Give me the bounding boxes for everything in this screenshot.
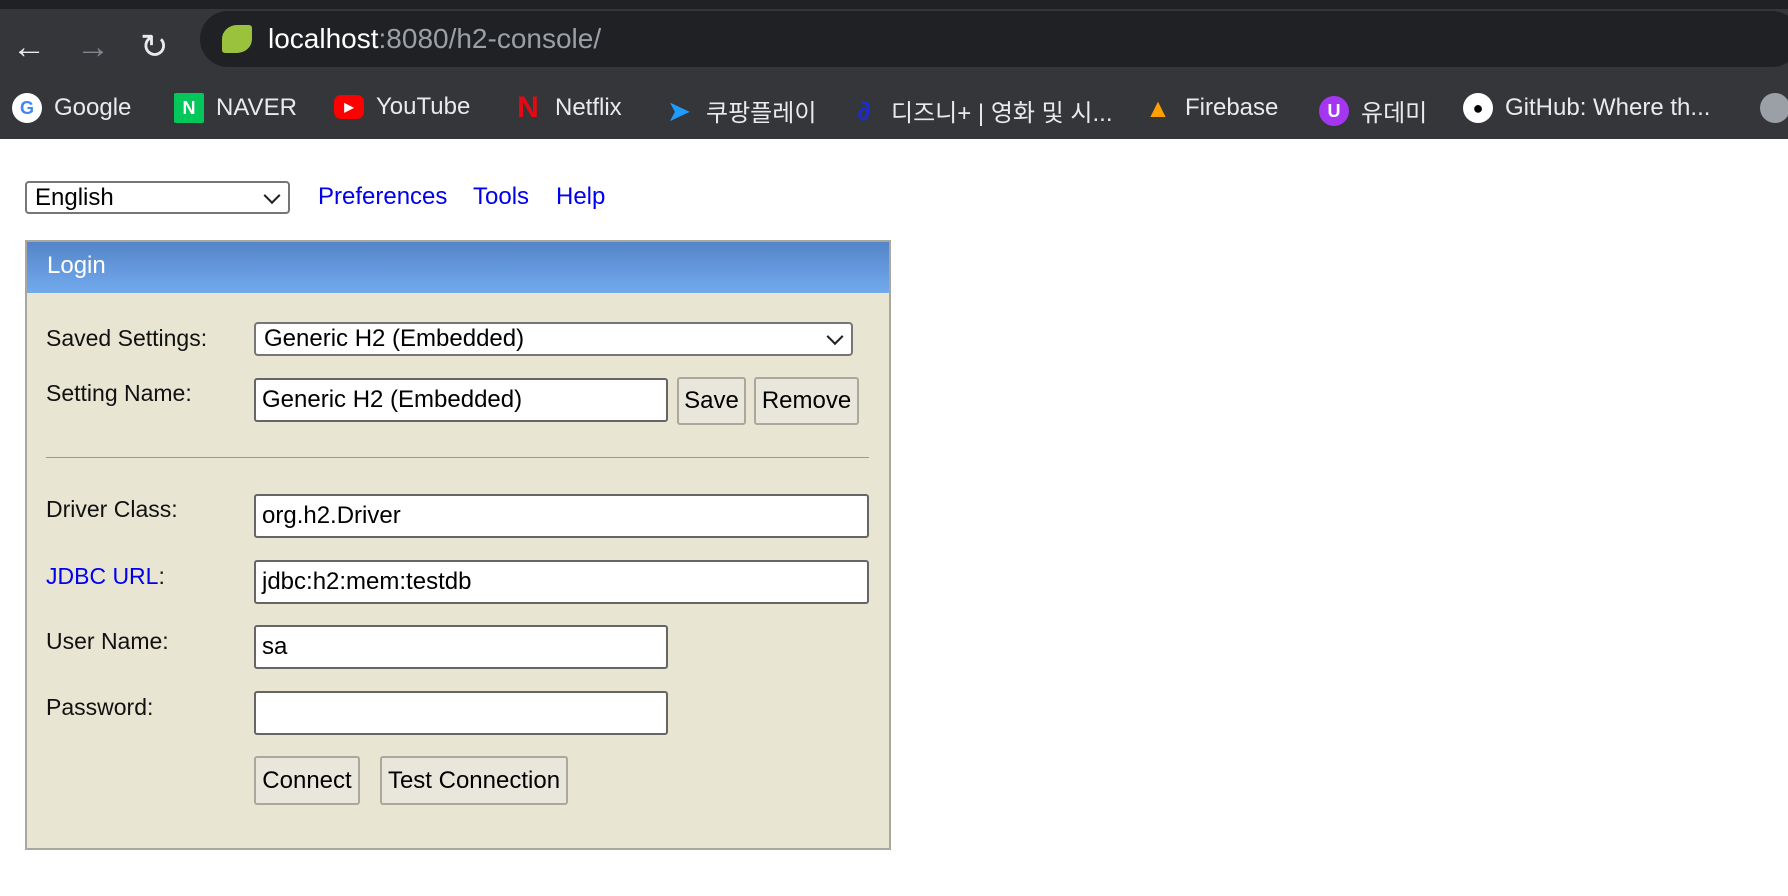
- forward-icon[interactable]: →: [76, 27, 110, 67]
- bookmark-google[interactable]: G Google: [12, 93, 131, 123]
- bookmark-label: 유데미: [1361, 100, 1428, 127]
- password-label: Password:: [46, 694, 154, 720]
- reload-icon[interactable]: ↻: [140, 27, 169, 67]
- save-button[interactable]: Save: [677, 377, 746, 425]
- login-title: Login: [27, 242, 889, 293]
- language-select[interactable]: English: [25, 181, 290, 214]
- saved-settings-label: Saved Settings:: [46, 325, 208, 351]
- bookmark-label: Google: [54, 94, 132, 121]
- connect-button[interactable]: Connect: [254, 756, 360, 805]
- jdbc-url-label: JDBC URL:: [46, 563, 165, 590]
- bookmark-netflix[interactable]: N Netflix: [513, 93, 622, 123]
- naver-icon: N: [174, 93, 204, 123]
- bookmark-label: GitHub: Where th...: [1505, 94, 1711, 121]
- url-host: localhost: [268, 23, 379, 54]
- bookmark-more[interactable]: [1760, 93, 1788, 123]
- jdbc-url-input[interactable]: jdbc:h2:mem:testdb: [254, 560, 869, 604]
- bookmark-label: 디즈니+ | 영화 및 시...: [891, 100, 1113, 127]
- bookmark-label: YouTube: [376, 93, 471, 120]
- bookmark-label: 쿠팡플레이: [706, 100, 817, 127]
- bookmark-udemy[interactable]: U 유데미: [1319, 93, 1427, 128]
- coupang-play-icon: ➤: [668, 95, 690, 126]
- test-connection-button[interactable]: Test Connection: [380, 756, 568, 805]
- language-value: English: [35, 183, 114, 211]
- driver-class-label: Driver Class:: [46, 496, 178, 522]
- saved-settings-select[interactable]: Generic H2 (Embedded): [254, 322, 853, 356]
- globe-icon: [1760, 93, 1788, 123]
- saved-settings-value: Generic H2 (Embedded): [264, 325, 525, 352]
- user-name-label: User Name:: [46, 628, 169, 654]
- chevron-down-icon: [826, 328, 844, 346]
- bookmark-naver[interactable]: N NAVER: [174, 93, 297, 123]
- disney-plus-icon: ∂: [857, 95, 871, 126]
- remove-button[interactable]: Remove: [754, 377, 859, 425]
- spring-favicon-icon: [222, 25, 252, 53]
- back-icon[interactable]: ←: [12, 27, 46, 67]
- bookmark-github[interactable]: ● GitHub: Where th...: [1463, 93, 1710, 123]
- preferences-link[interactable]: Preferences: [318, 183, 447, 211]
- bookmark-label: Firebase: [1185, 94, 1279, 121]
- setting-name-label: Setting Name:: [46, 380, 192, 406]
- url-path: :8080/h2-console/: [378, 23, 602, 54]
- user-name-input[interactable]: sa: [254, 625, 668, 669]
- browser-chrome: ← → ↻ localhost:8080/h2-console/ G Google…: [0, 0, 1788, 139]
- setting-name-input[interactable]: Generic H2 (Embedded): [254, 378, 668, 422]
- chevron-down-icon: [263, 186, 281, 204]
- password-input[interactable]: [254, 691, 668, 735]
- address-bar[interactable]: localhost:8080/h2-console/: [200, 11, 1788, 67]
- bookmark-label: NAVER: [216, 94, 297, 121]
- bookmark-youtube[interactable]: ▶ YouTube: [334, 93, 470, 121]
- url-text: localhost:8080/h2-console/: [268, 23, 601, 55]
- bookmark-disney[interactable]: ∂ 디즈니+ | 영화 및 시...: [849, 93, 1113, 128]
- netflix-icon: N: [517, 91, 539, 124]
- udemy-icon: U: [1319, 95, 1349, 126]
- help-link[interactable]: Help: [556, 183, 605, 211]
- google-icon: G: [12, 93, 42, 123]
- youtube-icon: ▶: [334, 95, 364, 119]
- jdbc-colon: :: [158, 563, 165, 589]
- bookmark-firebase[interactable]: ▲ Firebase: [1143, 93, 1278, 123]
- jdbc-url-link[interactable]: JDBC URL: [46, 563, 158, 589]
- driver-class-input[interactable]: org.h2.Driver: [254, 494, 869, 538]
- github-icon: ●: [1463, 93, 1493, 123]
- bookmark-coupang-play[interactable]: ➤ 쿠팡플레이: [664, 93, 816, 128]
- tools-link[interactable]: Tools: [473, 183, 529, 211]
- divider: [46, 457, 869, 458]
- firebase-icon: ▲: [1145, 93, 1171, 123]
- bookmark-label: Netflix: [555, 94, 622, 121]
